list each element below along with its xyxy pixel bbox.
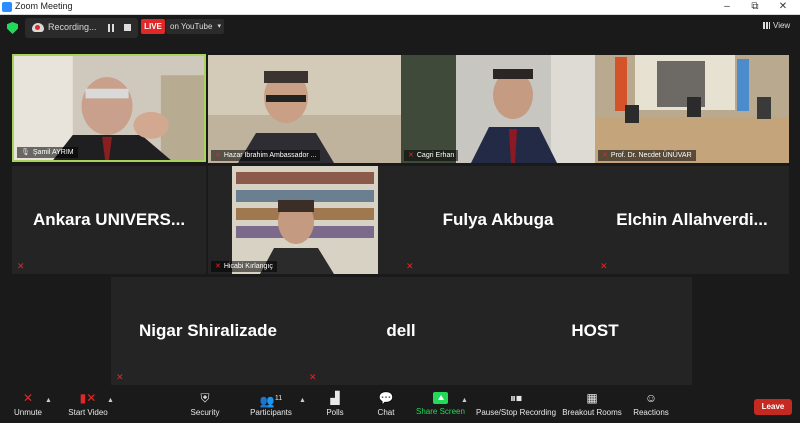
- participant-name-label: ✕ Hicabi Kırlangıç: [211, 261, 277, 272]
- share-options-chevron-icon[interactable]: ▲: [461, 397, 468, 404]
- grid-icon: [763, 22, 770, 29]
- share-screen-icon: [432, 392, 448, 404]
- share-screen-button[interactable]: Share Screen: [416, 391, 465, 421]
- participant-tile[interactable]: Elchin Allahverdi... ✕: [595, 166, 789, 274]
- muted-microphone-icon: ✕: [602, 152, 608, 159]
- start-video-button[interactable]: ▮✕ Start Video: [64, 391, 112, 421]
- video-options-chevron-icon[interactable]: ▲: [107, 397, 114, 404]
- participant-display-name: Ankara UNIVERS...: [32, 210, 186, 229]
- live-stream-target[interactable]: on YouTube ▾: [166, 19, 224, 34]
- audio-options-chevron-icon[interactable]: ▲: [45, 397, 52, 404]
- muted-microphone-icon: ✕: [408, 152, 414, 159]
- smiley-icon: ☺: [644, 391, 658, 405]
- muted-microphone-icon: ✕: [215, 152, 221, 159]
- leave-button[interactable]: Leave: [754, 399, 792, 415]
- participant-video: [595, 55, 789, 163]
- participant-tile[interactable]: ✕ Cagri Erhan: [401, 55, 595, 163]
- pause-stop-icon: ⏸⏹: [509, 391, 522, 405]
- live-target-label: on YouTube: [170, 22, 213, 31]
- participant-name-label: 🎙 Şamil AYRIM: [17, 147, 78, 158]
- recording-indicator: Recording...: [25, 18, 138, 38]
- pause-recording-icon[interactable]: [108, 24, 114, 32]
- muted-microphone-icon: ✕: [600, 261, 608, 271]
- participant-tile[interactable]: ✕ Hicabi Kırlangıç: [208, 166, 402, 274]
- participant-video: [208, 55, 402, 163]
- encryption-shield-icon[interactable]: [7, 22, 18, 34]
- reactions-button[interactable]: ☺ Reactions: [632, 391, 670, 421]
- muted-microphone-icon: ✕: [22, 391, 34, 405]
- window-title: Zoom Meeting: [15, 1, 73, 11]
- breakout-rooms-icon: ▦: [586, 391, 598, 405]
- meeting-toolbar: ✕ Unmute ▲ ▮✕ Start Video ▲ ⛨ Security 👥…: [0, 387, 800, 423]
- participant-tile[interactable]: Fulya Akbuga ✕: [401, 166, 595, 274]
- participant-display-name: dell: [386, 321, 416, 340]
- meeting-topbar: Recording... LIVE on YouTube ▾ View: [0, 15, 800, 53]
- participant-video: [401, 55, 595, 163]
- view-label: View: [773, 21, 791, 30]
- minimize-button[interactable]: –: [714, 0, 740, 14]
- chat-button[interactable]: 💬 Chat: [372, 391, 400, 421]
- participant-tile[interactable]: HOST: [498, 277, 692, 385]
- polls-button[interactable]: ▟ Polls: [320, 391, 350, 421]
- bar-chart-icon: ▟: [330, 391, 340, 405]
- participants-options-chevron-icon[interactable]: ▲: [299, 397, 306, 404]
- view-button[interactable]: View: [763, 19, 795, 33]
- zoom-app-icon: [2, 2, 12, 12]
- breakout-rooms-button[interactable]: ▦ Breakout Rooms: [562, 391, 622, 421]
- participant-display-name: Nigar Shiralizade: [139, 321, 277, 340]
- recording-label: Recording...: [48, 22, 97, 32]
- participants-count: 11: [274, 395, 283, 402]
- participant-tile[interactable]: dell ✕: [304, 277, 498, 385]
- participants-icon: 👥11: [259, 394, 283, 408]
- window-titlebar: Zoom Meeting – ⧉ ✕: [0, 0, 800, 15]
- participant-tile[interactable]: ✕ Prof. Dr. Necdet ÜNÜVAR: [595, 55, 789, 163]
- participant-name-label: ✕ Prof. Dr. Necdet ÜNÜVAR: [598, 150, 696, 161]
- participant-tile[interactable]: ✕ Hazar Ibrahim Ambassador ...: [208, 55, 402, 163]
- participant-name-label: ✕ Hazar Ibrahim Ambassador ...: [211, 150, 321, 161]
- participants-button[interactable]: 👥11 Participants: [246, 391, 296, 421]
- participant-tile[interactable]: Ankara UNIVERS... ✕: [12, 166, 206, 274]
- muted-microphone-icon: ✕: [17, 261, 25, 271]
- shield-icon: ⛨: [200, 391, 210, 405]
- participant-display-name: Elchin Allahverdi...: [616, 210, 768, 229]
- muted-microphone-icon: ✕: [406, 261, 414, 271]
- microphone-icon: 🎙: [21, 149, 30, 156]
- participant-video: [14, 56, 204, 160]
- participant-tile[interactable]: 🎙 Şamil AYRIM: [12, 54, 206, 162]
- maximize-button[interactable]: ⧉: [742, 0, 768, 14]
- participant-name-label: ✕ Cagri Erhan: [404, 150, 459, 161]
- muted-microphone-icon: ✕: [215, 263, 221, 270]
- participant-tile[interactable]: Nigar Shiralizade ✕: [111, 277, 305, 385]
- muted-microphone-icon: ✕: [309, 372, 317, 382]
- stop-recording-icon[interactable]: [124, 24, 131, 31]
- participant-display-name: HOST: [571, 321, 619, 340]
- pause-stop-recording-button[interactable]: ⏸⏹ Pause/Stop Recording: [476, 391, 556, 421]
- security-button[interactable]: ⛨ Security: [186, 391, 224, 421]
- muted-microphone-icon: ✕: [116, 372, 124, 382]
- live-badge: LIVE: [141, 19, 165, 34]
- participant-display-name: Fulya Akbuga: [442, 210, 554, 229]
- close-button[interactable]: ✕: [770, 0, 796, 14]
- unmute-button[interactable]: ✕ Unmute: [10, 391, 46, 421]
- chat-bubble-icon: 💬: [378, 391, 394, 405]
- participant-video: [208, 166, 402, 274]
- video-off-icon: ▮✕: [79, 391, 97, 405]
- cloud-recording-icon: [32, 23, 44, 32]
- chevron-down-icon: ▾: [217, 23, 221, 30]
